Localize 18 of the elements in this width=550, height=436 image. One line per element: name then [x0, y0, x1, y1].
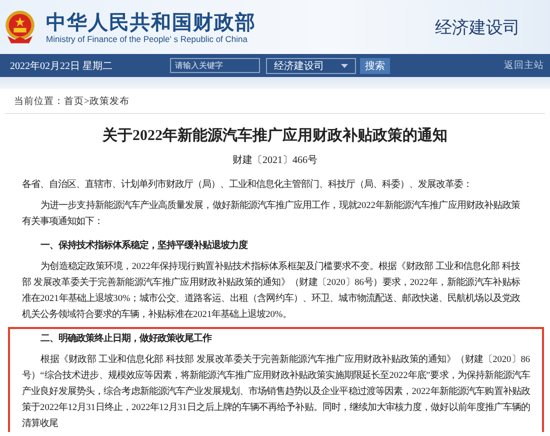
paragraph-text: 为进一步支持新能源汽车产业高质量发展，做好新能源汽车推广应用工作，现就2022年新能源汽车推广应用财政补贴政策有关事项通知如下：	[22, 199, 520, 229]
salutation-text: 各省、自治区、直辖市、计划单列市财政厅（局）、工业和信息化主管部门、科技厅（局、科委）、发展改革委：	[22, 178, 473, 192]
paragraph-text: 根据《财政部 工业和信息化部 科技部 发展改革委关于完善新能源汽车推广应用财政补贴政策的通知》（财建〔2020〕86号）“综合技术进步、规模效应等因素，将新能源汽车推广应用财政补贴政策实施期限延长至2022年底”要求，为保持新能源汽车产业良好发展势头，综合考虑新能源汽车产业发展规划、市场销售趋势以及企业平稳过渡等因素，2022年新能源汽车购置补贴政策于2022年12月31日终止，2022年12月31日之后上牌的车辆不再给予补贴。同时，继续加大审核力度，做好以前年度推广车辆的清算收尾	[22, 353, 530, 431]
caret-icon	[341, 64, 348, 68]
date-text: 2022年02月22日 星期二	[10, 60, 114, 72]
search-button[interactable]: 搜索	[360, 58, 390, 74]
department-name: 经济建设司	[435, 16, 520, 38]
article-title: 关于2022年新能源汽车推广应用财政补贴政策的通知	[101, 126, 448, 145]
ministry-name-english: Ministry of Finance of the People' s Republic of China	[46, 34, 248, 44]
search-field[interactable]: 请输入关键字	[170, 58, 260, 73]
scope-dropdown[interactable]: 经济建设司	[266, 58, 356, 74]
home-link[interactable]: 返回主站	[504, 59, 544, 72]
ministry-name: 中华人民共和国财政部	[46, 10, 256, 34]
section-heading: 一、保持技术指标体系稳定，坚持平缓补贴退坡力度	[40, 238, 249, 253]
paragraph-text: 为创造稳定政策环境，2022年保持现行购置补贴技术指标体系框架及门槛要求不变。根据《财政部 工业和信息化部 科技部 发展改革委关于完善新能源汽车推广应用财政补贴政策的通知》（财建〔2020〕86号）要求，2022年，新能源汽车补贴标准在2021年基础上退坡30%；城市公交、道路客运、出租（含网约车）、环卫、城市物流配送、邮政快递、民航机场以及党政机关公务领域符合要求的车辆，补贴标准在2021年基础上退坡20%。	[22, 260, 520, 322]
document-number: 财建〔2021〕466号	[232, 154, 318, 167]
breadcrumb: 当前位置：首页>政策发布	[13, 95, 130, 109]
section-heading: 二、明确政策终止日期，做好政策收尾工作	[40, 332, 213, 346]
